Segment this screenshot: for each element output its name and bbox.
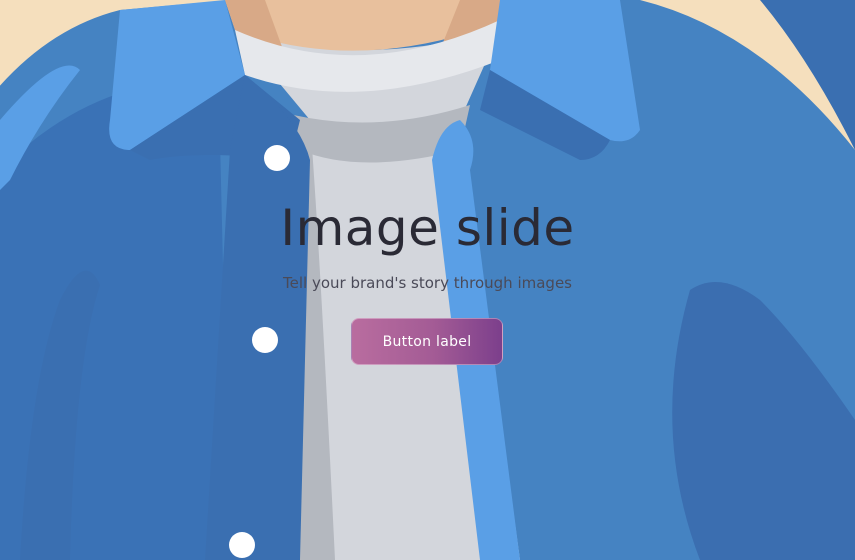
slide-title: Image slide — [280, 199, 575, 257]
cta-button[interactable]: Button label — [351, 318, 503, 365]
slide-text-overlay: Image slide Tell your brand's story thro… — [0, 0, 855, 560]
image-slide: Image slide Tell your brand's story thro… — [0, 0, 855, 560]
slide-subtitle: Tell your brand's story through images — [283, 274, 572, 292]
